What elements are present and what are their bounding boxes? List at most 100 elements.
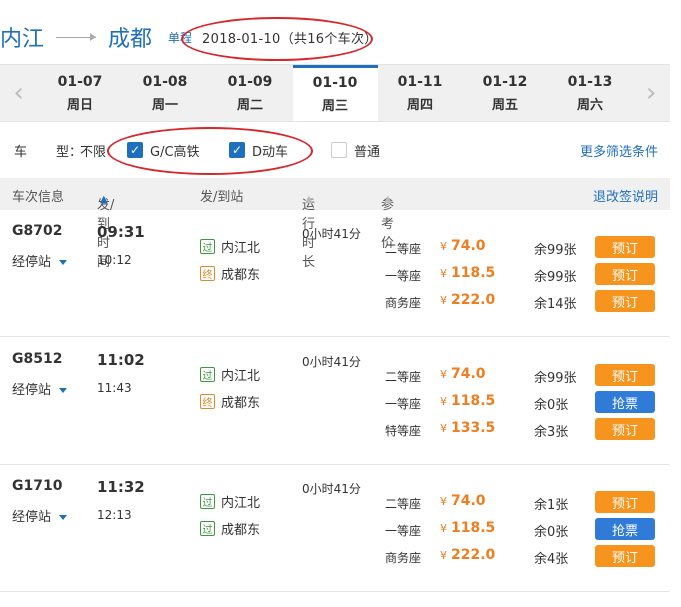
seats-remaining: 余99张 (534, 270, 577, 285)
book-button[interactable]: 预订 (595, 290, 655, 312)
seat-class: 商务座 (385, 551, 422, 565)
seat-class: 一等座 (385, 269, 422, 283)
date-tab-date: 01-11 (397, 73, 443, 90)
date-bar: ‹ 01-07 周日 01-08 周一 01-09 周二 01-10 周三 01-11 周四 01-… (0, 64, 670, 122)
more-filters-link[interactable]: 更多筛选条件 (580, 141, 658, 160)
filter-label-suffix: 型： (56, 144, 83, 160)
departure-time: 11:32 (97, 478, 145, 496)
book-button[interactable]: 预订 (595, 236, 655, 258)
arrival-station: 终成都东 (200, 392, 260, 411)
seat-class: 特等座 (385, 424, 422, 438)
date-tab-01-12[interactable]: 01-12 周五 (463, 65, 548, 121)
book-button[interactable]: 预订 (595, 418, 655, 440)
sort-icon[interactable]: ▲ (305, 194, 313, 205)
filter-unlimited[interactable]: 不限 (80, 141, 106, 160)
seats-remaining: 余1张 (534, 498, 569, 513)
book-button[interactable]: 预订 (595, 263, 655, 285)
book-button[interactable]: 预订 (595, 364, 655, 386)
refund-policy-link[interactable]: 退改签说明 (593, 186, 658, 205)
train-number[interactable]: G8702 (12, 223, 62, 239)
sort-icon[interactable]: ▲ (384, 194, 392, 205)
seats-remaining: 余99张 (534, 371, 577, 386)
train-number[interactable]: G8512 (12, 351, 62, 367)
grab-ticket-button[interactable]: 抢票 (595, 518, 655, 540)
next-dates-icon[interactable]: › (633, 65, 671, 121)
train-number[interactable]: G1710 (12, 478, 62, 494)
seat-price: ¥74.0 (440, 238, 486, 254)
stops-toggle[interactable]: 经停站 (12, 379, 68, 398)
date-tab-weekday: 周一 (151, 97, 178, 113)
departure-time: 09:31 (97, 223, 145, 241)
seat-class: 商务座 (385, 296, 422, 310)
book-button[interactable]: 预订 (595, 545, 655, 567)
date-tab-weekday: 周五 (491, 97, 518, 113)
seat-class: 二等座 (385, 497, 422, 511)
checkbox-label: 普通 (354, 144, 381, 160)
date-tab-01-09[interactable]: 01-09 周二 (208, 65, 293, 121)
col-dep-arr-station: 发/到站 (200, 190, 244, 205)
seats-remaining: 余99张 (534, 243, 577, 258)
prev-dates-icon[interactable]: ‹ (0, 65, 38, 121)
date-tab-date: 01-07 (57, 73, 103, 90)
seat-price: ¥222.0 (440, 292, 496, 308)
origin-city[interactable]: 内江 (0, 21, 44, 53)
seat-class: 一等座 (385, 397, 422, 411)
stops-toggle[interactable]: 经停站 (12, 251, 68, 270)
pass-through-badge: 过 (200, 367, 215, 382)
departure-station: 过内江北 (200, 365, 260, 384)
seat-price: ¥133.5 (440, 420, 496, 436)
duration: 0小时41分 (302, 355, 361, 369)
seat-price: ¥74.0 (440, 366, 486, 382)
date-tab-weekday: 周六 (576, 97, 603, 113)
date-tab-weekday: 周日 (66, 97, 93, 113)
date-tab-01-11[interactable]: 01-11 周四 (378, 65, 463, 121)
station-type-badge: 终 (200, 394, 215, 409)
date-tab-date: 01-13 (567, 73, 613, 90)
date-tab-date: 01-10 (312, 75, 358, 91)
date-tab-date: 01-12 (482, 73, 528, 90)
seat-price: ¥118.5 (440, 393, 496, 409)
seats-remaining: 余3张 (534, 425, 569, 440)
seats-remaining: 余14张 (534, 297, 577, 312)
unchecked-box-icon (331, 142, 347, 158)
destination-city[interactable]: 成都 (108, 21, 152, 53)
seat-class: 一等座 (385, 524, 422, 538)
pass-through-badge: 过 (200, 494, 215, 509)
grab-ticket-button[interactable]: 抢票 (595, 391, 655, 413)
departure-station: 过内江北 (200, 237, 260, 256)
seat-class: 二等座 (385, 242, 422, 256)
chevron-down-icon (59, 260, 68, 265)
annotation-circle-filter (107, 127, 313, 175)
seat-price: ¥118.5 (440, 265, 496, 281)
table-header: 车次信息 发/到时间 ▲ 发/到站 运行时长 ▲ 参考价 ▲ 退改签说明 (0, 178, 670, 270)
stops-toggle[interactable]: 经停站 (12, 506, 68, 525)
sort-up-icon[interactable]: ▲ (100, 194, 108, 205)
train-row: G1710 经停站 11:32 12:13 过内江北过成都东 0小时41分 二等座 ¥74.0… (0, 466, 670, 592)
station-type-badge: 过 (200, 521, 215, 536)
duration: 0小时41分 (302, 482, 361, 496)
date-tab-weekday: 周二 (236, 97, 263, 113)
date-tab-01-07[interactable]: 01-07 周日 (38, 65, 123, 121)
checkbox-regular[interactable]: 普通 (331, 141, 380, 160)
seats-remaining: 余0张 (534, 398, 569, 413)
seats-remaining: 余0张 (534, 525, 569, 540)
train-row: G8702 经停站 09:31 10:12 过内江北终成都东 0小时41分 二等座 ¥74.0… (0, 211, 670, 337)
arrival-time: 11:43 (97, 381, 132, 395)
seat-price: ¥74.0 (440, 493, 486, 509)
date-tab-date: 01-08 (142, 73, 188, 90)
annotation-circle-date (181, 17, 373, 61)
duration: 0小时41分 (302, 227, 361, 241)
book-button[interactable]: 预订 (595, 491, 655, 513)
date-tab-weekday: 周三 (321, 99, 348, 114)
date-tab-01-08[interactable]: 01-08 周一 (123, 65, 208, 121)
date-tab-01-13[interactable]: 01-13 周六 (548, 65, 633, 121)
train-row: G8512 经停站 11:02 11:43 过内江北终成都东 0小时41分 二等座 ¥74.0… (0, 339, 670, 465)
seats-remaining: 余4张 (534, 552, 569, 567)
station-type-badge: 终 (200, 266, 215, 281)
pass-through-badge: 过 (200, 239, 215, 254)
date-tab-date: 01-09 (227, 73, 273, 90)
chevron-down-icon (59, 388, 68, 393)
date-tab-01-10[interactable]: 01-10 周三 (292, 65, 378, 121)
filter-label: 车 (14, 144, 28, 160)
train-type-filter: 车 型： 不限 ✓ G/C高铁 ✓ D动车 普通 更多筛选条件 (0, 130, 670, 170)
